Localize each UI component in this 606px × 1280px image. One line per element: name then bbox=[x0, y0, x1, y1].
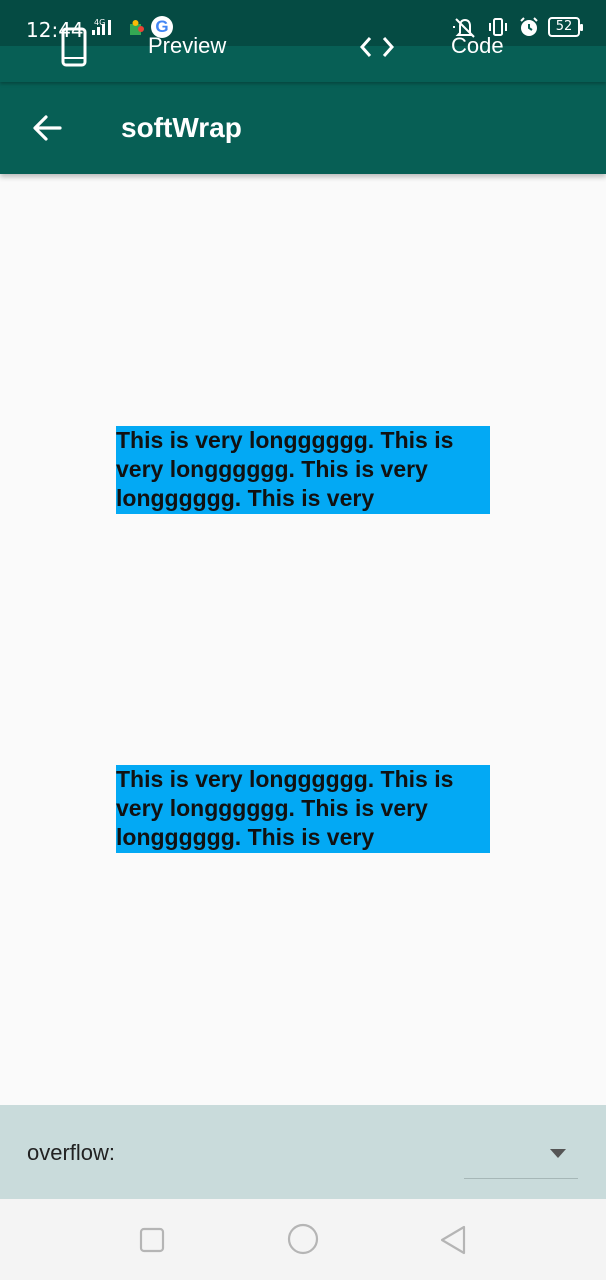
tab-preview[interactable]: Preview bbox=[148, 33, 226, 59]
home-icon[interactable] bbox=[287, 1223, 319, 1255]
tab-code[interactable]: Code bbox=[451, 33, 504, 59]
overflow-dropdown[interactable] bbox=[464, 1135, 578, 1179]
dropdown-arrow-icon[interactable] bbox=[550, 1149, 566, 1159]
signal-icon: 4G bbox=[92, 18, 111, 35]
phone-preview-icon[interactable] bbox=[60, 26, 88, 68]
code-icon[interactable] bbox=[358, 34, 396, 60]
recents-icon[interactable] bbox=[139, 1227, 165, 1253]
softwrap-text-box-1: This is very longggggg. This is very lon… bbox=[116, 426, 490, 514]
back-icon[interactable] bbox=[438, 1224, 468, 1256]
softwrap-text-2: This is very longggggg. This is very lon… bbox=[116, 766, 454, 850]
puzzle-icon bbox=[130, 20, 144, 35]
battery-icon: 52 bbox=[548, 17, 583, 37]
status-bar: 12:44 4G G 52 Preview Code bbox=[0, 0, 606, 82]
alarm-icon bbox=[520, 17, 538, 36]
softwrap-text-1: This is very longggggg. This is very lon… bbox=[116, 427, 454, 511]
system-nav-bar bbox=[0, 1199, 606, 1280]
page-title: softWrap bbox=[121, 112, 242, 143]
app-bar: softWrap bbox=[0, 82, 606, 174]
control-panel: overflow: bbox=[0, 1105, 606, 1199]
back-arrow-icon[interactable] bbox=[30, 110, 66, 146]
overflow-label: overflow: bbox=[27, 1140, 116, 1165]
softwrap-text-box-2: This is very longggggg. This is very lon… bbox=[116, 765, 490, 853]
